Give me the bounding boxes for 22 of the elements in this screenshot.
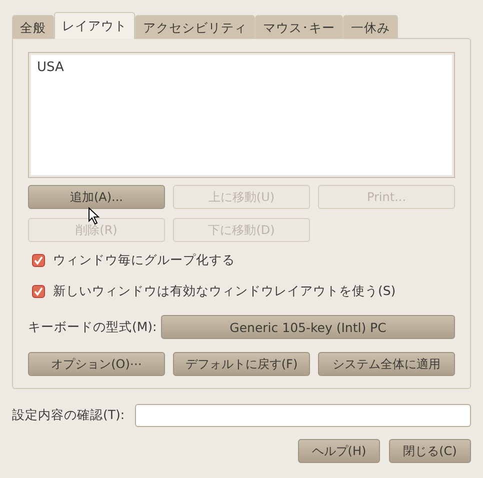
mouse-pointer-icon (88, 207, 100, 225)
tab[interactable]: アクセシビリティ (135, 15, 255, 38)
checkbox-label: 新しいウィンドウは有効なウィンドウレイアウトを使う(S) (53, 283, 396, 300)
button[interactable]: ヘルプ(H) (298, 439, 380, 463)
button[interactable]: システム全体に適用 (318, 352, 455, 376)
button[interactable]: 閉じる(C) (389, 439, 471, 463)
tab[interactable]: マウス･キー (255, 15, 343, 38)
checkbox-label: ウィンドウ毎にグループ化する (53, 252, 235, 269)
keyboard-model-label: キーボードの型式(M): (28, 318, 158, 336)
checkbox[interactable] (32, 285, 45, 298)
tab[interactable]: 一休み (343, 15, 398, 38)
button[interactable]: 追加(A)... (28, 185, 165, 209)
button[interactable]: デフォルトに戻す(F) (173, 352, 310, 376)
checkbox[interactable] (32, 254, 45, 267)
test-field-label: 設定内容の確認(T): (12, 407, 125, 424)
test-input-field[interactable] (134, 404, 471, 427)
button[interactable]: オプション(O)⋯ (28, 352, 165, 376)
layout-list[interactable]: USA (28, 52, 455, 178)
keyboard-model-button[interactable]: Generic 105-key (Intl) PC (161, 315, 455, 339)
list-item[interactable]: USA (37, 60, 446, 75)
tab[interactable]: レイアウト (54, 12, 135, 39)
tab[interactable]: 全般 (12, 15, 54, 38)
